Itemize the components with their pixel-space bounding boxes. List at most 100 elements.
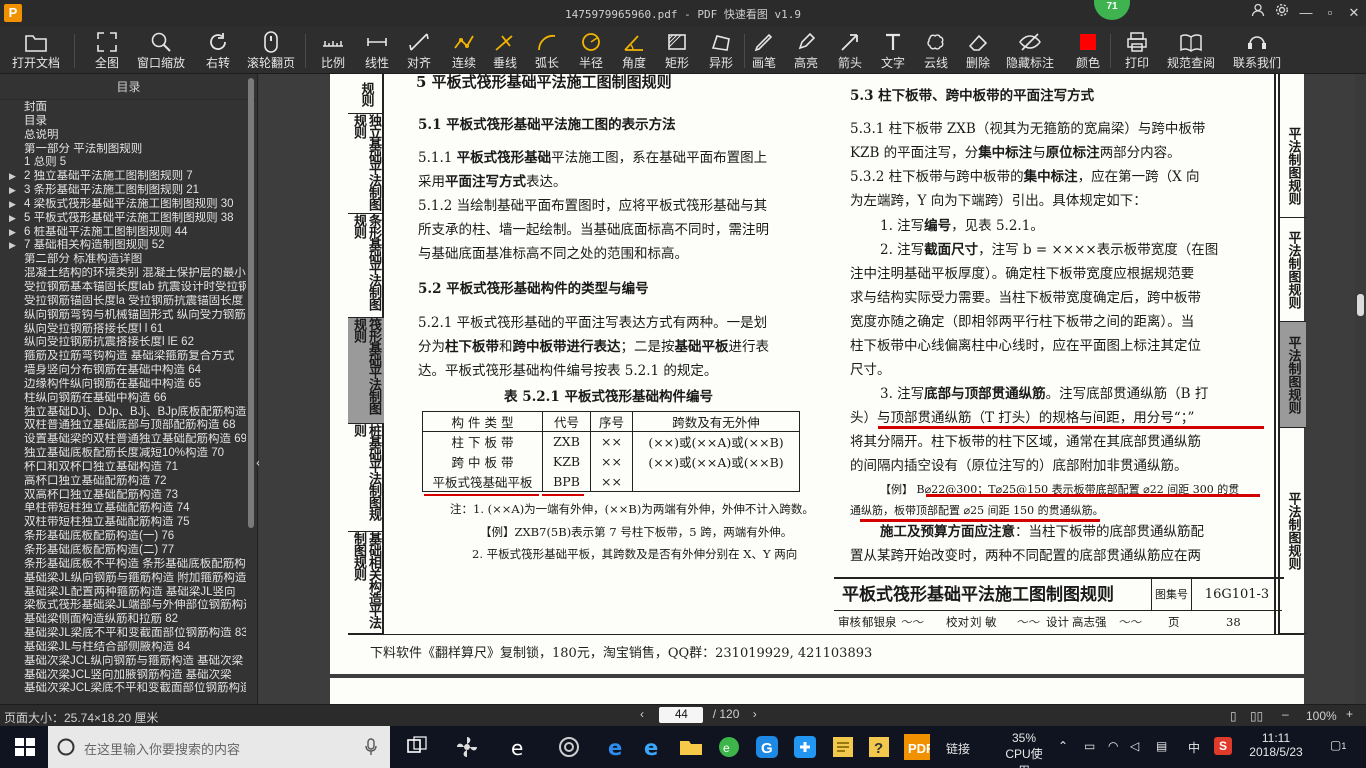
toc-item[interactable]: 目录	[0, 115, 246, 129]
toc-item[interactable]: 梁板式筏形基础梁JL端部与外伸部位钢筋构造	[0, 599, 246, 613]
file-explorer-icon[interactable]	[678, 734, 704, 760]
prev-page-button[interactable]: ‹	[640, 707, 644, 721]
toolbar-button-highlight[interactable]: 高亮	[791, 28, 821, 72]
toc-item[interactable]: 基础次梁JCL纵向钢筋与箍筋构造 基础次梁	[0, 655, 246, 669]
toc-item[interactable]: 基础梁JL纵向钢筋与箍筋构造 附加箍筋构造	[0, 572, 246, 586]
expand-arrow-icon[interactable]: ▶	[9, 170, 16, 184]
toolbar-button-book[interactable]: 规范查阅	[1166, 28, 1216, 72]
toolbar-button-folder[interactable]: 打开文档	[12, 28, 60, 72]
minimize-button[interactable]: —	[1294, 3, 1318, 23]
toolbar-button-hide-markup[interactable]: 隐藏标注	[1005, 28, 1055, 72]
toc-item[interactable]: ▶ 4 梁板式筏形基础平法施工图制图规则 30	[0, 198, 246, 212]
toolbar-button-rectangle[interactable]: 矩形	[662, 28, 692, 72]
toc-item[interactable]: 基础梁侧面构造纵筋和拉筋 82	[0, 613, 246, 627]
toolbar-button-scale[interactable]: 比例	[318, 28, 348, 72]
notification-icon[interactable]: ▢1	[1330, 738, 1346, 752]
document-scrollbar[interactable]	[1355, 74, 1366, 704]
taskbar-search[interactable]: 在这里输入你要搜索的内容	[48, 726, 390, 768]
toolbar-button-linear[interactable]: 线性	[362, 28, 392, 72]
keyboard-icon[interactable]: ▤	[1156, 739, 1167, 753]
toc-item[interactable]: 边缘构件纵向钢筋在基础中构造 65	[0, 378, 246, 392]
toolbar-button-mouse-wheel[interactable]: 滚轮翻页	[247, 28, 295, 72]
browser-e-icon[interactable]: e	[506, 734, 532, 760]
tray-chevron-icon[interactable]: ⌃	[1058, 739, 1068, 753]
sidebar-scrollbar[interactable]	[248, 78, 254, 528]
toc-item[interactable]: 条形基础底板不平构造 条形基础底板配筋构造	[0, 558, 246, 572]
sogou-icon[interactable]: S	[1214, 737, 1232, 755]
notes-app-icon[interactable]	[830, 734, 856, 760]
network-icon[interactable]: ▭	[1084, 739, 1095, 753]
user-icon[interactable]	[1246, 3, 1270, 23]
toc-item[interactable]: 纵向钢筋弯钩与机械锚固形式 纵向受力钢筋	[0, 309, 246, 323]
toolbar-button-fullview[interactable]: 全图	[92, 28, 122, 72]
toc-item[interactable]: ▶ 2 独立基础平法施工图制图规则 7	[0, 170, 246, 184]
toolbar-button-zoom-window[interactable]: 窗口缩放	[137, 28, 185, 72]
scroll-thumb[interactable]	[1357, 294, 1364, 316]
toolbar-button-radius[interactable]: 半径	[576, 28, 606, 72]
toc-item[interactable]: 总说明	[0, 129, 246, 143]
toc-item[interactable]: 设置基础梁的双柱普通独立基础配筋构造 69	[0, 433, 246, 447]
ie-icon[interactable]: e	[640, 734, 666, 760]
toc-item[interactable]: 杯口和双杯口独立基础构造 71	[0, 461, 246, 475]
360-browser-icon[interactable]: e	[716, 734, 742, 760]
help-app-icon[interactable]: ?	[866, 734, 892, 760]
toolbar-button-perpendicular[interactable]: 垂线	[490, 28, 520, 72]
toc-item[interactable]: 封面	[0, 101, 246, 115]
expand-arrow-icon[interactable]: ▶	[9, 226, 16, 240]
page-number-input[interactable]: 44	[659, 707, 704, 723]
toc-item[interactable]: 纵向受拉钢筋抗震搭接长度l lE 62	[0, 336, 246, 350]
zoom-in-button[interactable]: +	[1346, 707, 1353, 721]
toolbar-button-continuous[interactable]: 连续	[449, 28, 479, 72]
toc-item[interactable]: 基础梁JL梁底不平和变截面部位钢筋构造 83	[0, 627, 246, 641]
toolbar-button-arc-length[interactable]: 弧长	[532, 28, 562, 72]
toc-item[interactable]: 基础次梁JCL竖向加腋钢筋构造 基础次梁	[0, 669, 246, 683]
fan-app-icon[interactable]	[454, 734, 480, 760]
toc-item[interactable]: 双柱带短柱独立基础配筋构造 75	[0, 516, 246, 530]
toc-item[interactable]: 双高杯口独立基础配筋构造 73	[0, 489, 246, 503]
double-page-icon[interactable]: ▯▯	[1250, 709, 1263, 723]
toc-item[interactable]: 条形基础底板配筋构造(一) 76	[0, 530, 246, 544]
toc-item[interactable]: 纵向受拉钢筋搭接长度l l 61	[0, 323, 246, 337]
edge-icon[interactable]: e	[604, 734, 630, 760]
toolbar-button-printer[interactable]: 打印	[1122, 28, 1152, 72]
toc-item[interactable]: 基础梁JL与柱结合部侧腋构造 84	[0, 641, 246, 655]
spiral-app-icon[interactable]	[556, 734, 582, 760]
expand-arrow-icon[interactable]: ▶	[9, 212, 16, 226]
toc-item[interactable]: 双柱普通独立基础底部与顶部配筋构造 68	[0, 419, 246, 433]
expand-arrow-icon[interactable]: ▶	[9, 184, 16, 198]
expand-arrow-icon[interactable]: ▶	[9, 198, 16, 212]
toc-item[interactable]: ▶ 7 基础相关构造制图规则 52	[0, 239, 246, 253]
toolbar-button-support[interactable]: 联系我们	[1232, 28, 1282, 72]
pdf-viewer-taskbar-icon[interactable]: PDF	[904, 734, 934, 760]
task-view-icon[interactable]	[404, 734, 430, 760]
toolbar-button-eraser[interactable]: 删除	[963, 28, 993, 72]
toc-item[interactable]: 受拉钢筋基本锚固长度lab 抗震设计时受拉钢筋	[0, 281, 246, 295]
close-button[interactable]: ✕	[1342, 3, 1366, 23]
toc-item[interactable]: 混凝土结构的环境类别 混凝土保护层的最小厚度	[0, 267, 246, 281]
windows-start-icon[interactable]	[12, 734, 38, 760]
toolbar-button-color-swatch[interactable]: 颜色	[1073, 28, 1103, 72]
toc-item[interactable]: 第二部分 标准构造详图	[0, 253, 246, 267]
toc-item[interactable]: 独立基础底板配筋长度减短10%构造 70	[0, 447, 246, 461]
clock[interactable]: 11:11 2018/5/23	[1246, 731, 1306, 759]
zoom-level[interactable]: 100%	[1306, 709, 1337, 723]
toc-item[interactable]: ▶ 3 条形基础平法施工图制图规则 21	[0, 184, 246, 198]
toolbar-button-text[interactable]: 文字	[878, 28, 908, 72]
toc-item[interactable]: 单柱带短柱独立基础配筋构造 74	[0, 502, 246, 516]
zoom-out-button[interactable]: –	[1282, 707, 1289, 721]
toc-item[interactable]: 条形基础底板配筋构造(二) 77	[0, 544, 246, 558]
volume-icon[interactable]: ◁	[1130, 739, 1139, 753]
toolbar-button-irregular-shape[interactable]: 异形	[706, 28, 736, 72]
toolbar-button-arrow[interactable]: 箭头	[835, 28, 865, 72]
toc-item[interactable]: 受拉钢筋锚固长度la 受拉钢筋抗震锚固长度	[0, 295, 246, 309]
settings-icon[interactable]	[1270, 3, 1294, 23]
wifi-icon[interactable]: ◠	[1108, 739, 1118, 753]
toolbar-button-align[interactable]: 对齐	[404, 28, 434, 72]
next-page-button[interactable]: ›	[753, 707, 757, 721]
ime-indicator[interactable]: 中	[1188, 739, 1200, 756]
toc-item[interactable]: ▶ 6 桩基础平法施工图制图规则 44	[0, 226, 246, 240]
g-app-icon[interactable]: G	[754, 734, 780, 760]
toolbar-button-rotate-right[interactable]: 右转	[203, 28, 233, 72]
toc-item[interactable]: 基础次梁JCL梁底不平和变截面部位钢筋构造	[0, 682, 246, 696]
toolbar-button-cloud-line[interactable]: 云线	[921, 28, 951, 72]
